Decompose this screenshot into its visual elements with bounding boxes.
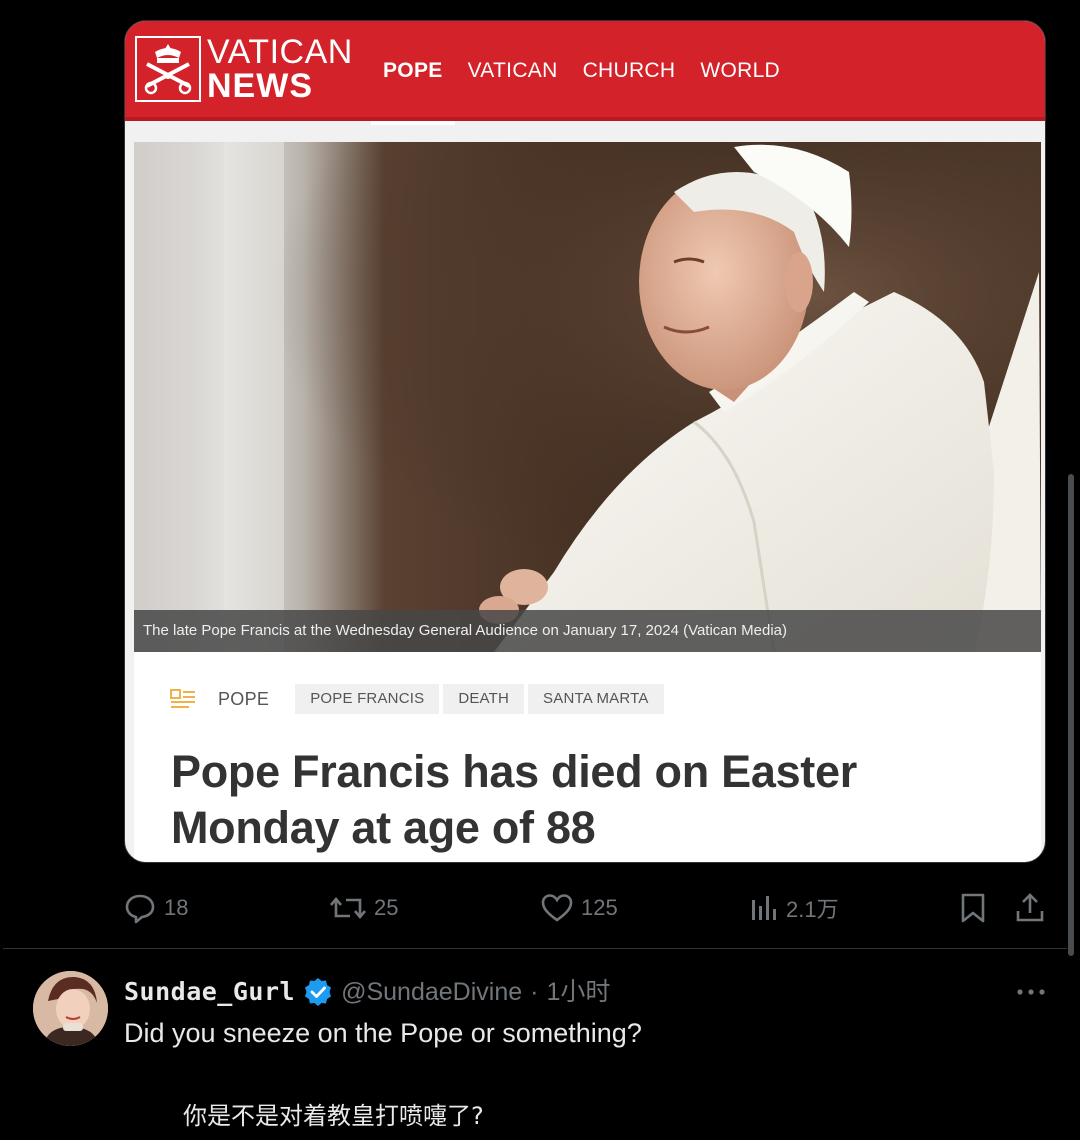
reply-count: 18 <box>164 895 189 920</box>
reply-header: Sundae_Gurl @SundaeDivine · 1小时 <box>124 975 610 1009</box>
vatican-news-logo-icon[interactable] <box>135 36 201 102</box>
more-options-icon[interactable] <box>1015 980 1047 1004</box>
verified-badge-icon <box>305 978 332 1006</box>
article-type-icon <box>170 689 195 708</box>
site-nav: POPE VATICAN CHURCH WORLD <box>371 21 805 125</box>
reply-handle[interactable]: @SundaeDivine <box>341 975 522 1009</box>
view-count: 2.1万 <box>786 897 839 922</box>
reply-text: Did you sneeze on the Pope or something? <box>124 1018 642 1048</box>
article-body: POPE POPE FRANCIS DEATH SANTA MARTA Pope… <box>134 652 1041 862</box>
share-action[interactable] <box>1014 888 1054 928</box>
repost-count: 25 <box>374 895 399 920</box>
pope-photo-illustration <box>134 142 1041 652</box>
scrollbar-thumb[interactable] <box>1068 474 1074 956</box>
share-icon <box>1016 893 1044 922</box>
tag-santa-marta[interactable]: SANTA MARTA <box>528 684 664 714</box>
separator-dot: · <box>530 978 539 1006</box>
user-avatar-image <box>33 971 108 1046</box>
nav-item-church[interactable]: CHURCH <box>583 21 676 121</box>
nav-item-world[interactable]: WORLD <box>700 21 780 121</box>
nav-item-pope[interactable]: POPE <box>371 21 455 125</box>
article-headline: Pope Francis has died on Easter Monday a… <box>171 746 857 853</box>
site-brand[interactable]: VATICAN NEWS <box>207 35 353 103</box>
brand-bottom-text: NEWS <box>207 67 313 105</box>
views-action[interactable]: 2.1万 <box>750 888 839 928</box>
bookmark-icon <box>961 893 985 923</box>
article-tags: POPE POPE FRANCIS DEATH SANTA MARTA <box>170 684 668 714</box>
like-count: 125 <box>581 895 618 920</box>
reply-timestamp[interactable]: 1小时 <box>546 975 610 1009</box>
tag-pope-francis[interactable]: POPE FRANCIS <box>295 684 440 714</box>
avatar[interactable] <box>33 971 108 1046</box>
reply-action[interactable]: 18 <box>124 888 188 928</box>
embedded-article-card[interactable]: VATICAN NEWS POPE VATICAN CHURCH WORLD T… <box>124 20 1046 863</box>
bookmark-action[interactable] <box>959 888 995 928</box>
repost-icon <box>330 896 366 920</box>
reply-icon <box>125 894 155 924</box>
article-category[interactable]: POPE <box>218 689 269 710</box>
nav-item-vatican[interactable]: VATICAN <box>468 21 558 121</box>
vatican-news-header: VATICAN NEWS POPE VATICAN CHURCH WORLD <box>125 21 1045 125</box>
translation-text: 你是不是对着教皇打喷嚏了? <box>183 1102 484 1130</box>
tag-death[interactable]: DEATH <box>443 684 525 714</box>
hero-photo: The late Pope Francis at the Wednesday G… <box>134 142 1041 652</box>
repost-action[interactable]: 25 <box>330 888 398 928</box>
reply-display-name[interactable]: Sundae_Gurl <box>124 975 295 1009</box>
post-action-bar: 18 25 125 2.1万 <box>124 888 1054 928</box>
brand-top-text: VATICAN <box>207 33 353 71</box>
photo-caption: The late Pope Francis at the Wednesday G… <box>134 610 1041 652</box>
divider <box>3 948 1067 949</box>
heart-icon <box>541 894 573 922</box>
like-action[interactable]: 125 <box>541 888 618 928</box>
analytics-icon <box>752 896 776 920</box>
